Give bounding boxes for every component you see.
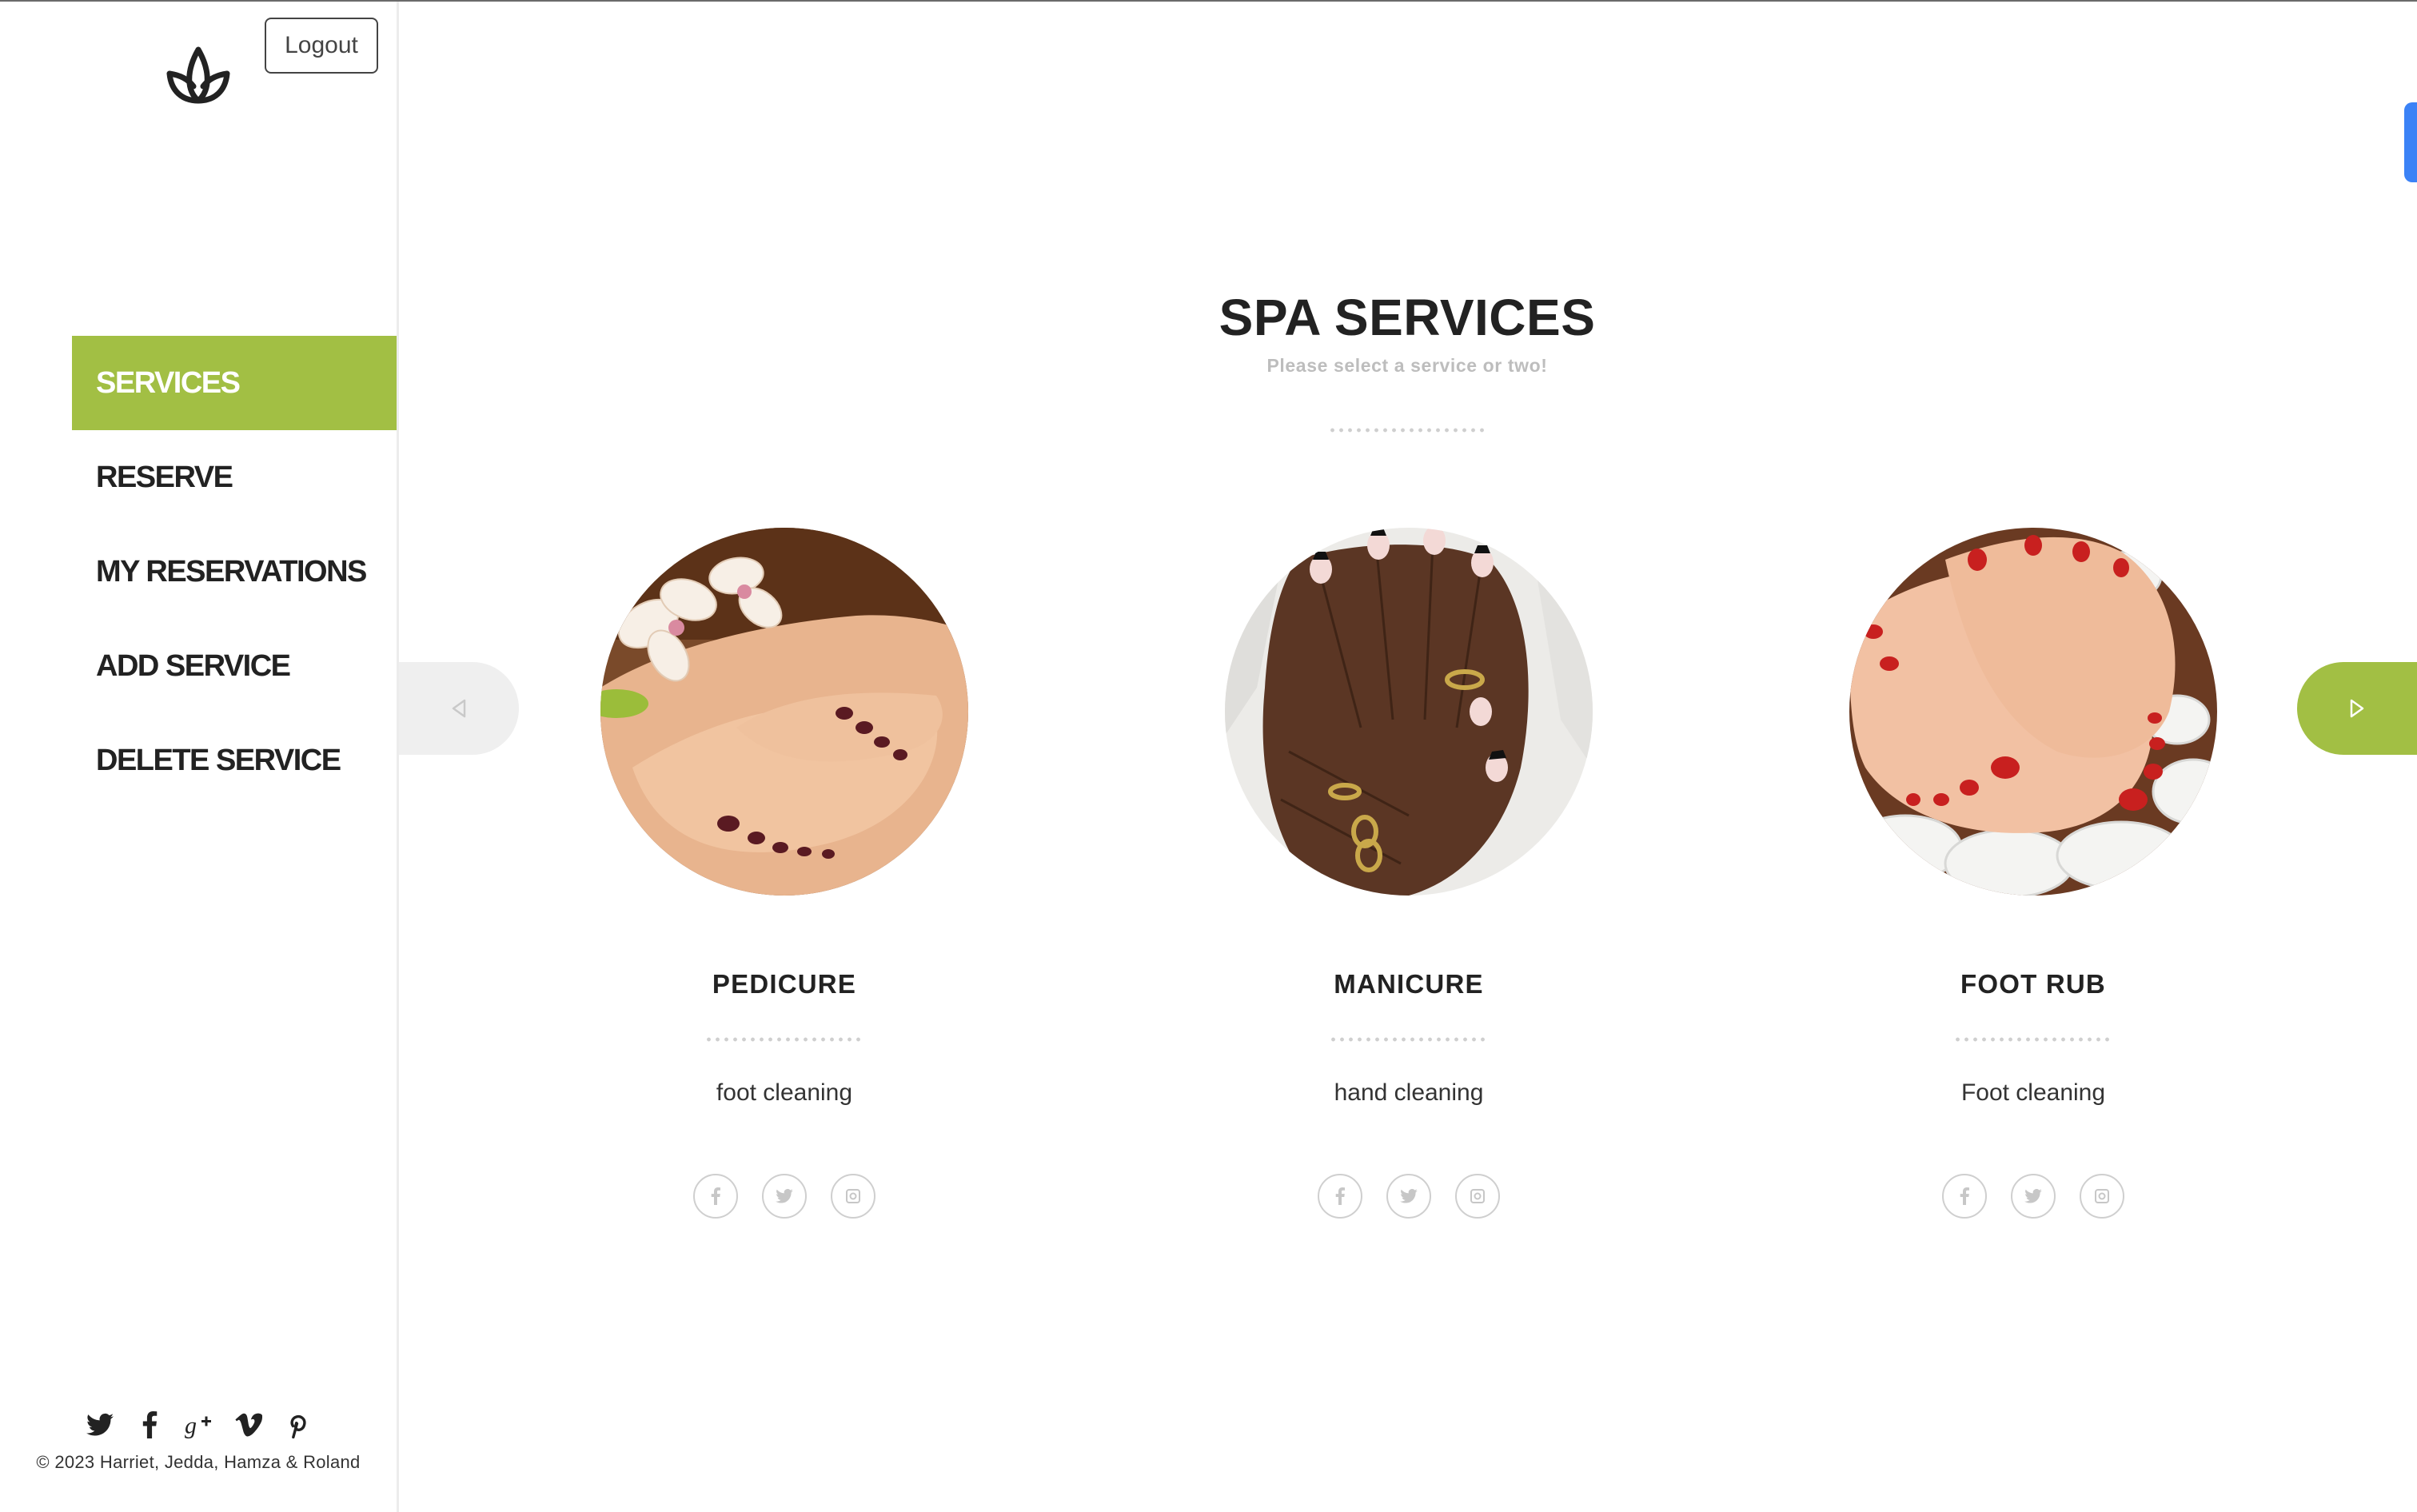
vimeo-icon[interactable]: [233, 1410, 264, 1440]
manicure-photo[interactable]: [1225, 528, 1593, 896]
service-name: PEDICURE: [712, 969, 857, 999]
nav-item-delete-service[interactable]: DELETE SERVICE: [72, 713, 397, 808]
page-subtitle: Please select a service or two!: [1266, 355, 1548, 376]
card-social-links: [1225, 1174, 1593, 1222]
google-plus-icon[interactable]: g: [184, 1410, 214, 1440]
nav-item-services[interactable]: SERVICES: [72, 336, 397, 430]
card-social-links: [600, 1174, 968, 1222]
pedicure-photo[interactable]: [600, 528, 968, 896]
card-dotted-divider: [704, 1037, 864, 1042]
copyright-text: © 2023 Harriet, Jedda, Hamza & Roland: [36, 1452, 361, 1472]
carousel-next-button[interactable]: [2297, 662, 2417, 755]
twitter-icon[interactable]: [85, 1410, 115, 1440]
chevron-right-icon: [2350, 699, 2364, 718]
lotus-logo-icon[interactable]: [165, 43, 232, 107]
facebook-icon[interactable]: [693, 1174, 738, 1219]
card-social-links: [1849, 1174, 2217, 1222]
card-dotted-divider: [1953, 1037, 2113, 1042]
facebook-icon[interactable]: [134, 1410, 165, 1440]
svg-text:g: g: [185, 1413, 197, 1439]
facebook-icon[interactable]: [1942, 1174, 1987, 1219]
service-name: FOOT RUB: [1960, 969, 2106, 999]
chevron-left-icon: [452, 699, 466, 718]
twitter-icon[interactable]: [762, 1174, 807, 1219]
sidebar: Logout SERVICES RESERVE MY RESERVATIONS …: [0, 2, 399, 1512]
sidebar-social-links: g: [85, 1407, 317, 1442]
twitter-icon[interactable]: [1386, 1174, 1431, 1219]
service-description: hand cleaning: [1334, 1079, 1484, 1106]
twitter-icon[interactable]: [2011, 1174, 2056, 1219]
service-card-manicure[interactable]: MANICURE hand cleaning: [1225, 528, 1593, 1231]
foot-rub-photo[interactable]: [1849, 528, 2217, 896]
instagram-icon[interactable]: [1455, 1174, 1500, 1219]
title-dotted-divider: [1328, 428, 1488, 433]
logout-button[interactable]: Logout: [265, 18, 378, 74]
pinterest-icon[interactable]: [283, 1410, 313, 1440]
nav-item-reserve[interactable]: RESERVE: [72, 430, 397, 525]
sidebar-nav: SERVICES RESERVE MY RESERVATIONS ADD SER…: [72, 336, 397, 808]
page-title: SPA SERVICES: [1218, 289, 1596, 346]
instagram-icon[interactable]: [831, 1174, 875, 1219]
edge-side-tab[interactable]: [2404, 102, 2417, 182]
nav-item-add-service[interactable]: ADD SERVICE: [72, 619, 397, 713]
carousel-prev-button[interactable]: [399, 662, 519, 755]
service-description: Foot cleaning: [1960, 1079, 2106, 1106]
service-card-foot-rub[interactable]: FOOT RUB Foot cleaning: [1849, 528, 2217, 1231]
instagram-icon[interactable]: [2080, 1174, 2124, 1219]
nav-item-my-reservations[interactable]: MY RESERVATIONS: [72, 525, 397, 619]
service-name: MANICURE: [1334, 969, 1484, 999]
service-card-pedicure[interactable]: PEDICURE foot cleaning: [600, 528, 968, 1231]
facebook-icon[interactable]: [1318, 1174, 1362, 1219]
card-dotted-divider: [1329, 1037, 1489, 1042]
service-description: foot cleaning: [716, 1079, 853, 1106]
